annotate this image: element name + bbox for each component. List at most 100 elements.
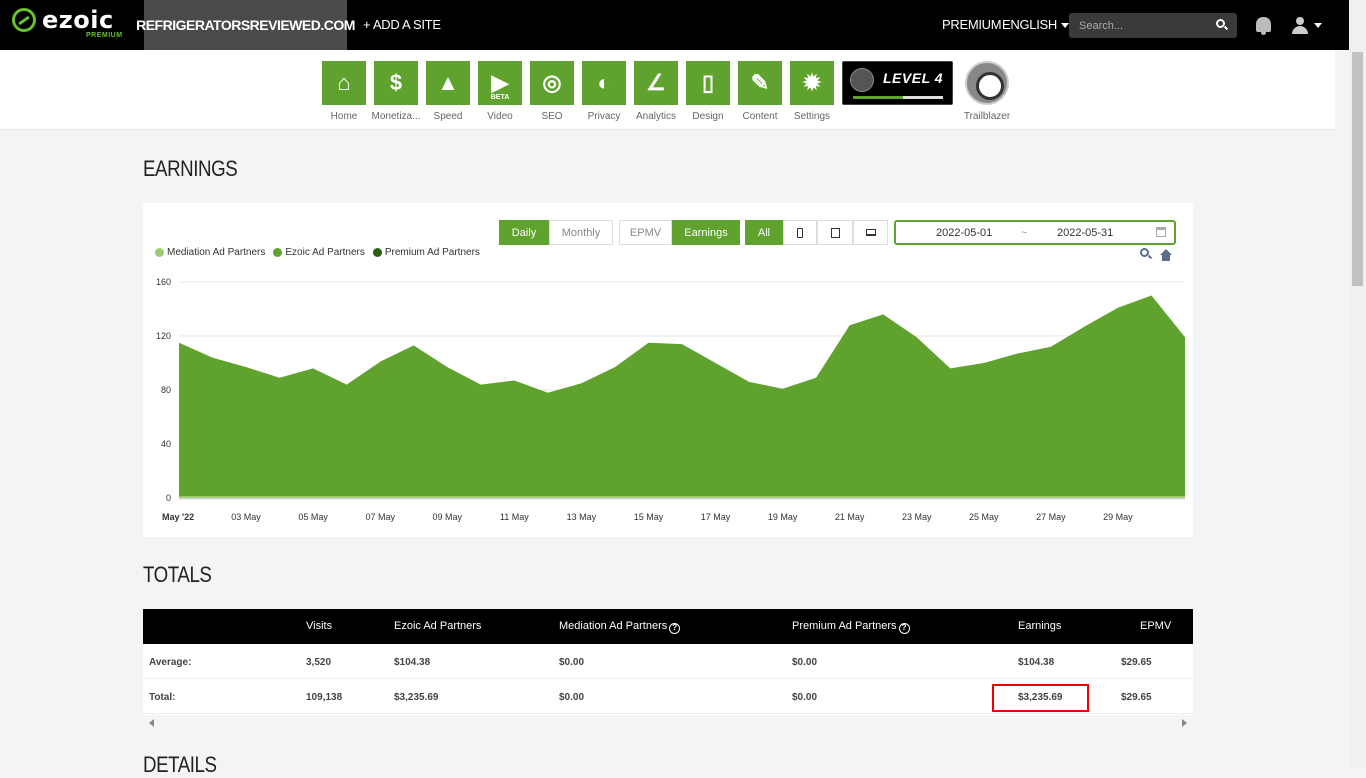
- column-header[interactable]: Ezoic Ad Partners: [394, 620, 481, 632]
- top-navbar: ezoic PREMIUM REFRIGERATORSREVIEWED.COM …: [0, 0, 1366, 50]
- y-tick-label: 40: [161, 439, 171, 449]
- language-label: ENGLISH: [1002, 17, 1057, 32]
- date-range-picker[interactable]: 2022-05-01 ~ 2022-05-31: [894, 220, 1176, 245]
- toolbar-item-speed[interactable]: ▲ Speed: [426, 61, 470, 122]
- toolbar-item-settings[interactable]: ✹ Settings: [790, 61, 834, 122]
- bell-icon[interactable]: [1256, 17, 1271, 35]
- user-icon[interactable]: [1291, 17, 1309, 35]
- toolbar-item-label: Design: [692, 111, 724, 122]
- x-tick-label: May '22: [162, 512, 194, 522]
- help-icon[interactable]: ?: [898, 623, 910, 634]
- column-header[interactable]: Premium Ad Partners?: [792, 620, 910, 634]
- legend-item-premium[interactable]: Premium Ad Partners: [372, 247, 480, 258]
- column-header[interactable]: Mediation Ad Partners?: [559, 620, 681, 634]
- level-badge[interactable]: LEVEL 4: [842, 61, 953, 105]
- column-header[interactable]: Visits: [306, 620, 332, 632]
- y-tick-label: 120: [156, 331, 171, 341]
- content-icon: ✎: [750, 70, 770, 95]
- table-cell: $0.00: [559, 657, 585, 668]
- toolbar-item-label: Video: [487, 111, 513, 122]
- ezoic-logo[interactable]: ezoic PREMIUM: [12, 6, 122, 39]
- toolbar-tile[interactable]: ◎: [530, 61, 574, 105]
- desktop-icon: [865, 229, 876, 236]
- premium-link[interactable]: PREMIUM: [942, 17, 1002, 32]
- help-icon[interactable]: ?: [669, 623, 681, 634]
- add-site-link[interactable]: + ADD A SITE: [363, 17, 441, 32]
- search-input[interactable]: [1069, 13, 1237, 38]
- y-tick-label: 160: [156, 277, 171, 287]
- toolbar-tile[interactable]: ◐: [582, 61, 626, 105]
- column-header[interactable]: Earnings: [1018, 620, 1061, 632]
- horizontal-scrollbar[interactable]: [143, 715, 1193, 731]
- x-tick-label: 25 May: [969, 512, 999, 522]
- toolbar-item-label: Privacy: [587, 111, 621, 122]
- vertical-scrollbar[interactable]: [1349, 0, 1366, 768]
- gear-icon: ✹: [802, 70, 822, 95]
- toolbar-item-privacy[interactable]: ◐ Privacy: [582, 61, 626, 122]
- logo-text: ezoic: [42, 6, 114, 34]
- y-tick-label: 0: [166, 493, 171, 503]
- toolbar-item-home[interactable]: ⌂ Home: [322, 61, 366, 122]
- toolbar-tile[interactable]: ⌂: [322, 61, 366, 105]
- toolbar-tile[interactable]: ▶ BETA: [478, 61, 522, 105]
- table-cell: $3,235.69: [394, 692, 439, 703]
- toolbar-tile[interactable]: ✹: [790, 61, 834, 105]
- toolbar-item-label: Speed: [433, 111, 463, 122]
- tablet-device-button[interactable]: [817, 220, 853, 245]
- earnings-button[interactable]: Earnings: [672, 220, 740, 245]
- caret-down-icon[interactable]: [1314, 23, 1322, 28]
- daily-button[interactable]: Daily: [499, 220, 549, 245]
- table-cell: $0.00: [792, 692, 818, 703]
- toolbar-item-seo[interactable]: ◎ SEO: [530, 61, 574, 122]
- row-label: Average:: [149, 657, 192, 668]
- dollar-icon: $: [389, 70, 403, 95]
- toolbar-tile[interactable]: ▯: [686, 61, 730, 105]
- level-progress-bar: [853, 96, 943, 99]
- details-heading: DETAILS: [143, 752, 217, 777]
- reset-zoom-home-icon[interactable]: [1160, 249, 1172, 261]
- table-cell: $0.00: [559, 692, 585, 703]
- toolbar-tile[interactable]: ▲: [426, 61, 470, 105]
- toolbar-item-monetiza[interactable]: $ Monetiza...: [372, 61, 420, 122]
- desktop-device-button[interactable]: [853, 220, 888, 245]
- table-cell: 3,520: [306, 657, 332, 668]
- column-header[interactable]: EPMV: [1140, 620, 1171, 632]
- zoom-icon[interactable]: [1140, 248, 1149, 257]
- toolbar-tile[interactable]: ∠: [634, 61, 678, 105]
- date-separator: ~: [1021, 227, 1028, 239]
- monthly-button[interactable]: Monthly: [549, 220, 613, 245]
- x-tick-label: 23 May: [902, 512, 932, 522]
- earnings-total-highlight: [992, 684, 1089, 712]
- toolbar-item-analytics[interactable]: ∠ Analytics: [634, 61, 678, 122]
- toolbar-item-label: Home: [330, 111, 358, 122]
- epmv-button[interactable]: EPMV: [619, 220, 672, 245]
- y-tick-label: 80: [161, 385, 171, 395]
- toolbar-item-label: Monetiza...: [371, 111, 421, 122]
- scroll-left-icon[interactable]: [149, 719, 154, 727]
- toolbar-tile[interactable]: ✎: [738, 61, 782, 105]
- x-tick-label: 27 May: [1036, 512, 1066, 522]
- search-icon[interactable]: [1216, 19, 1225, 28]
- x-tick-label: 29 May: [1103, 512, 1133, 522]
- ezoic-logo-icon: [12, 8, 36, 32]
- language-dropdown[interactable]: ENGLISH: [1002, 17, 1069, 32]
- design-icon: ▯: [701, 70, 715, 95]
- device-all-button[interactable]: All: [745, 220, 783, 245]
- scroll-right-icon[interactable]: [1182, 719, 1187, 727]
- x-tick-label: 19 May: [768, 512, 798, 522]
- video-icon: ▶: [491, 70, 509, 95]
- toolbar-item-design[interactable]: ▯ Design: [686, 61, 730, 122]
- x-tick-label: 15 May: [634, 512, 664, 522]
- toolbar-item-content[interactable]: ✎ Content: [738, 61, 782, 122]
- scrollbar-thumb[interactable]: [1352, 52, 1363, 286]
- totals-table: Visits Ezoic Ad Partners Mediation Ad Pa…: [143, 609, 1193, 731]
- legend-item-mediation[interactable]: Mediation Ad Partners: [155, 247, 265, 258]
- toolbar-tile[interactable]: $: [374, 61, 418, 105]
- trailblazer-badge-icon[interactable]: [965, 61, 1009, 105]
- toolbar-item-video[interactable]: ▶ BETA Video: [478, 61, 522, 122]
- legend-item-ezoic[interactable]: Ezoic Ad Partners: [273, 247, 365, 258]
- mobile-device-button[interactable]: [783, 220, 817, 245]
- tablet-icon: [830, 227, 840, 238]
- site-selector[interactable]: REFRIGERATORSREVIEWED.COM: [136, 0, 355, 50]
- x-tick-label: 21 May: [835, 512, 865, 522]
